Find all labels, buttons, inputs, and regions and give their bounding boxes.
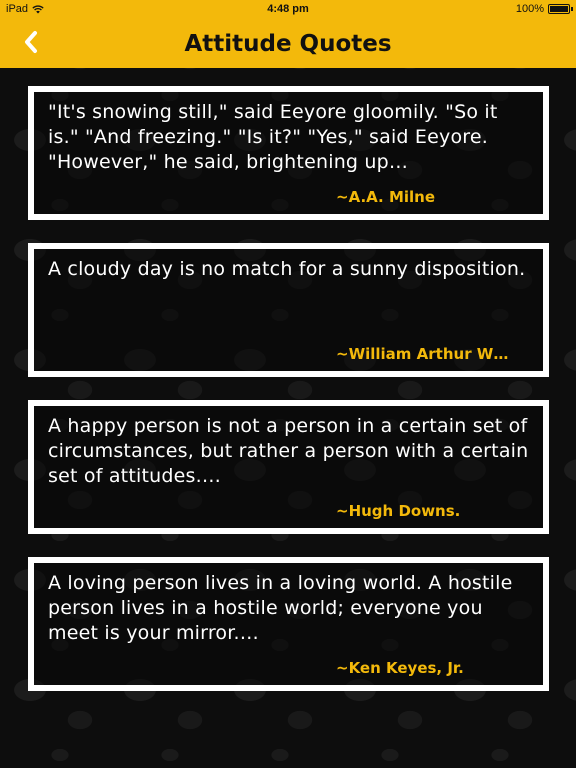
battery-percent: 100%	[515, 3, 544, 15]
quote-author: ~Ken Keyes, Jr.	[336, 659, 464, 677]
status-right: 100%	[515, 3, 573, 15]
quote-card[interactable]: A happy person is not a person in a cert…	[28, 400, 549, 534]
quote-text: A loving person lives in a loving world.…	[48, 572, 513, 644]
chevron-left-icon	[23, 30, 39, 58]
status-time: 4:48 pm	[267, 3, 309, 15]
quote-author: ~A.A. Milne	[336, 188, 436, 206]
page-title: Attitude Quotes	[184, 31, 392, 57]
battery-icon	[548, 4, 573, 14]
back-button[interactable]	[14, 26, 48, 62]
nav-bar: Attitude Quotes	[0, 20, 576, 68]
quote-text: A happy person is not a person in a cert…	[48, 415, 529, 487]
quote-card[interactable]: "It's snowing still," said Eeyore gloomi…	[28, 86, 549, 220]
quote-card[interactable]: A loving person lives in a loving world.…	[28, 557, 549, 691]
quote-text: "It's snowing still," said Eeyore gloomi…	[48, 101, 498, 173]
status-bar: iPad 4:48 pm 100%	[0, 0, 576, 20]
quote-author: ~William Arthur W…	[336, 345, 509, 363]
quote-text: A cloudy day is no match for a sunny dis…	[48, 258, 526, 280]
quote-card[interactable]: A cloudy day is no match for a sunny dis…	[28, 243, 549, 377]
quote-author: ~Hugh Downs.	[336, 502, 461, 520]
